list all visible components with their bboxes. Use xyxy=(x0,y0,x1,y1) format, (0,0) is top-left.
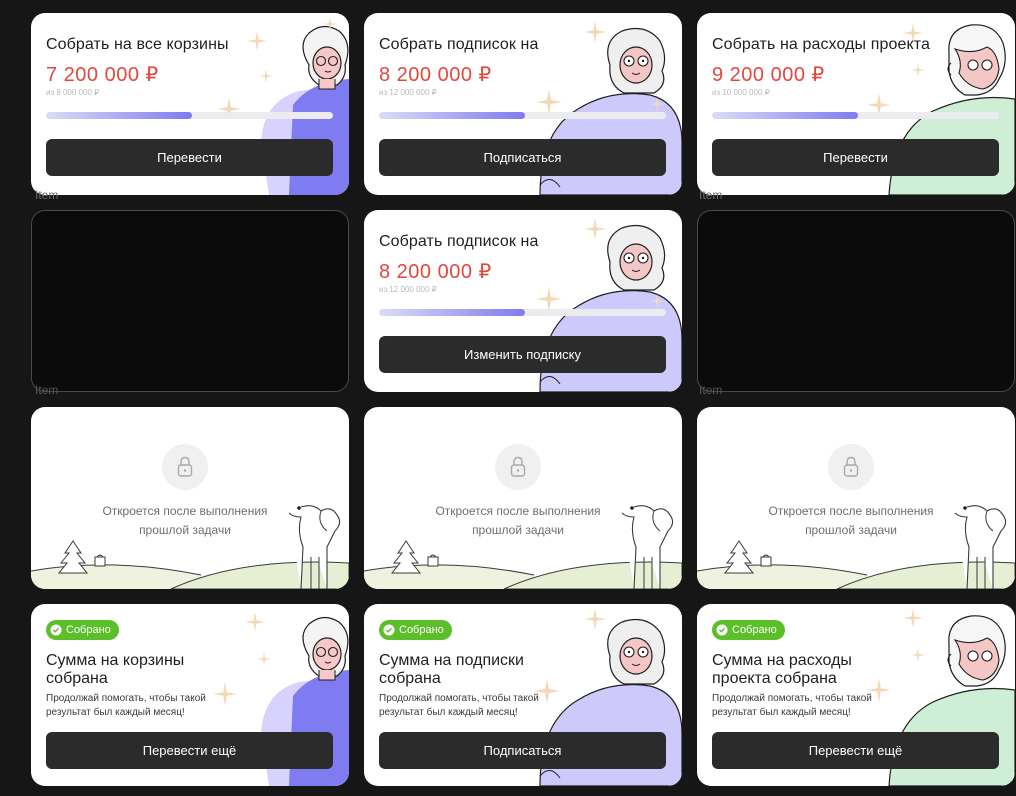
locked-task-card: Откроется после выполнения прошлой задач… xyxy=(697,407,1015,589)
collected-amount: 8 200 000 ₽ xyxy=(379,64,492,86)
item-label: Item xyxy=(699,188,723,202)
collected-badge: Собрано xyxy=(379,620,452,640)
dog-landscape-illustration xyxy=(364,407,682,589)
fundraiser-card-subscriptions: Собрать подписок на 8 200 000 ₽ из 12 00… xyxy=(364,13,682,195)
completed-card-subscriptions: Собрано Сумма на подписки собрана Продол… xyxy=(364,604,682,786)
goal-amount: из 12 000 000 ₽ xyxy=(379,88,437,97)
card-title: Сумма на расходы проекта собрана xyxy=(712,652,852,687)
item-label: Item xyxy=(35,188,59,202)
progress-fill xyxy=(46,112,193,119)
collected-amount: 9 200 000 ₽ xyxy=(712,64,825,86)
locked-task-card: Откроется после выполнения прошлой задач… xyxy=(31,407,349,589)
progress-bar xyxy=(712,112,999,119)
goal-amount: из 12 000 000 ₽ xyxy=(379,285,437,294)
goal-amount: из 10 000 000 ₽ xyxy=(712,88,770,97)
subscribe-button[interactable]: Подписаться xyxy=(379,732,666,769)
badge-label: Собрано xyxy=(732,624,777,636)
locked-text-line2: прошлой задачи xyxy=(472,523,564,537)
locked-text-line2: прошлой задачи xyxy=(139,523,231,537)
card-title: Собрать на все корзины xyxy=(46,36,229,53)
progress-fill xyxy=(712,112,859,119)
completed-card-baskets: Собрано Сумма на корзины собрана Продолж… xyxy=(31,604,349,786)
collected-amount: 7 200 000 ₽ xyxy=(46,64,159,86)
locked-text-line1: Откроется после выполнения xyxy=(768,504,934,518)
dog-landscape-illustration xyxy=(697,407,1015,589)
lock-icon xyxy=(495,444,541,490)
progress-bar xyxy=(379,309,666,316)
completed-card-project-expenses: Собрано Сумма на расходы проекта собрана… xyxy=(697,604,1015,786)
empty-slot xyxy=(31,210,349,392)
empty-slot xyxy=(697,210,1015,392)
locked-text-line1: Откроется после выполнения xyxy=(435,504,601,518)
locked-task-card: Откроется после выполнения прошлой задач… xyxy=(364,407,682,589)
fundraiser-card-baskets: Собрать на все корзины 7 200 000 ₽ из 8 … xyxy=(31,13,349,195)
lock-icon xyxy=(828,444,874,490)
fundraiser-card-subscriptions-active: Собрать подписок на 8 200 000 ₽ из 12 00… xyxy=(364,210,682,392)
card-title: Сумма на подписки собрана xyxy=(379,652,524,687)
subscribe-button[interactable]: Подписаться xyxy=(379,139,666,176)
transfer-again-button[interactable]: Перевести ещё xyxy=(46,732,333,769)
transfer-button[interactable]: Перевести xyxy=(712,139,999,176)
card-description: Продолжай помогать, чтобы такой результа… xyxy=(712,693,872,718)
item-label: Item xyxy=(699,383,723,397)
progress-fill xyxy=(379,309,526,316)
locked-text-line1: Откроется после выполнения xyxy=(102,504,268,518)
transfer-button[interactable]: Перевести xyxy=(46,139,333,176)
collected-amount: 8 200 000 ₽ xyxy=(379,261,492,283)
progress-bar xyxy=(46,112,333,119)
fundraiser-card-project-expenses: Собрать на расходы проекта 9 200 000 ₽ и… xyxy=(697,13,1015,195)
card-title: Собрать подписок на xyxy=(379,36,539,53)
collected-badge: Собрано xyxy=(46,620,119,640)
badge-label: Собрано xyxy=(66,624,111,636)
progress-fill xyxy=(379,112,526,119)
check-circle-icon xyxy=(716,624,728,636)
transfer-again-button[interactable]: Перевести ещё xyxy=(712,732,999,769)
card-description: Продолжай помогать, чтобы такой результа… xyxy=(379,693,539,718)
dog-landscape-illustration xyxy=(31,407,349,589)
collected-badge: Собрано xyxy=(712,620,785,640)
goal-amount: из 8 000 000 ₽ xyxy=(46,88,100,97)
locked-text-line2: прошлой задачи xyxy=(805,523,897,537)
lock-icon xyxy=(162,444,208,490)
badge-label: Собрано xyxy=(399,624,444,636)
check-circle-icon xyxy=(50,624,62,636)
item-label: Item xyxy=(35,383,59,397)
card-title: Сумма на корзины собрана xyxy=(46,652,185,687)
check-circle-icon xyxy=(383,624,395,636)
card-description: Продолжай помогать, чтобы такой результа… xyxy=(46,693,206,718)
progress-bar xyxy=(379,112,666,119)
card-title: Собрать подписок на xyxy=(379,233,539,250)
change-subscription-button[interactable]: Изменить подписку xyxy=(379,336,666,373)
card-title: Собрать на расходы проекта xyxy=(712,36,930,53)
